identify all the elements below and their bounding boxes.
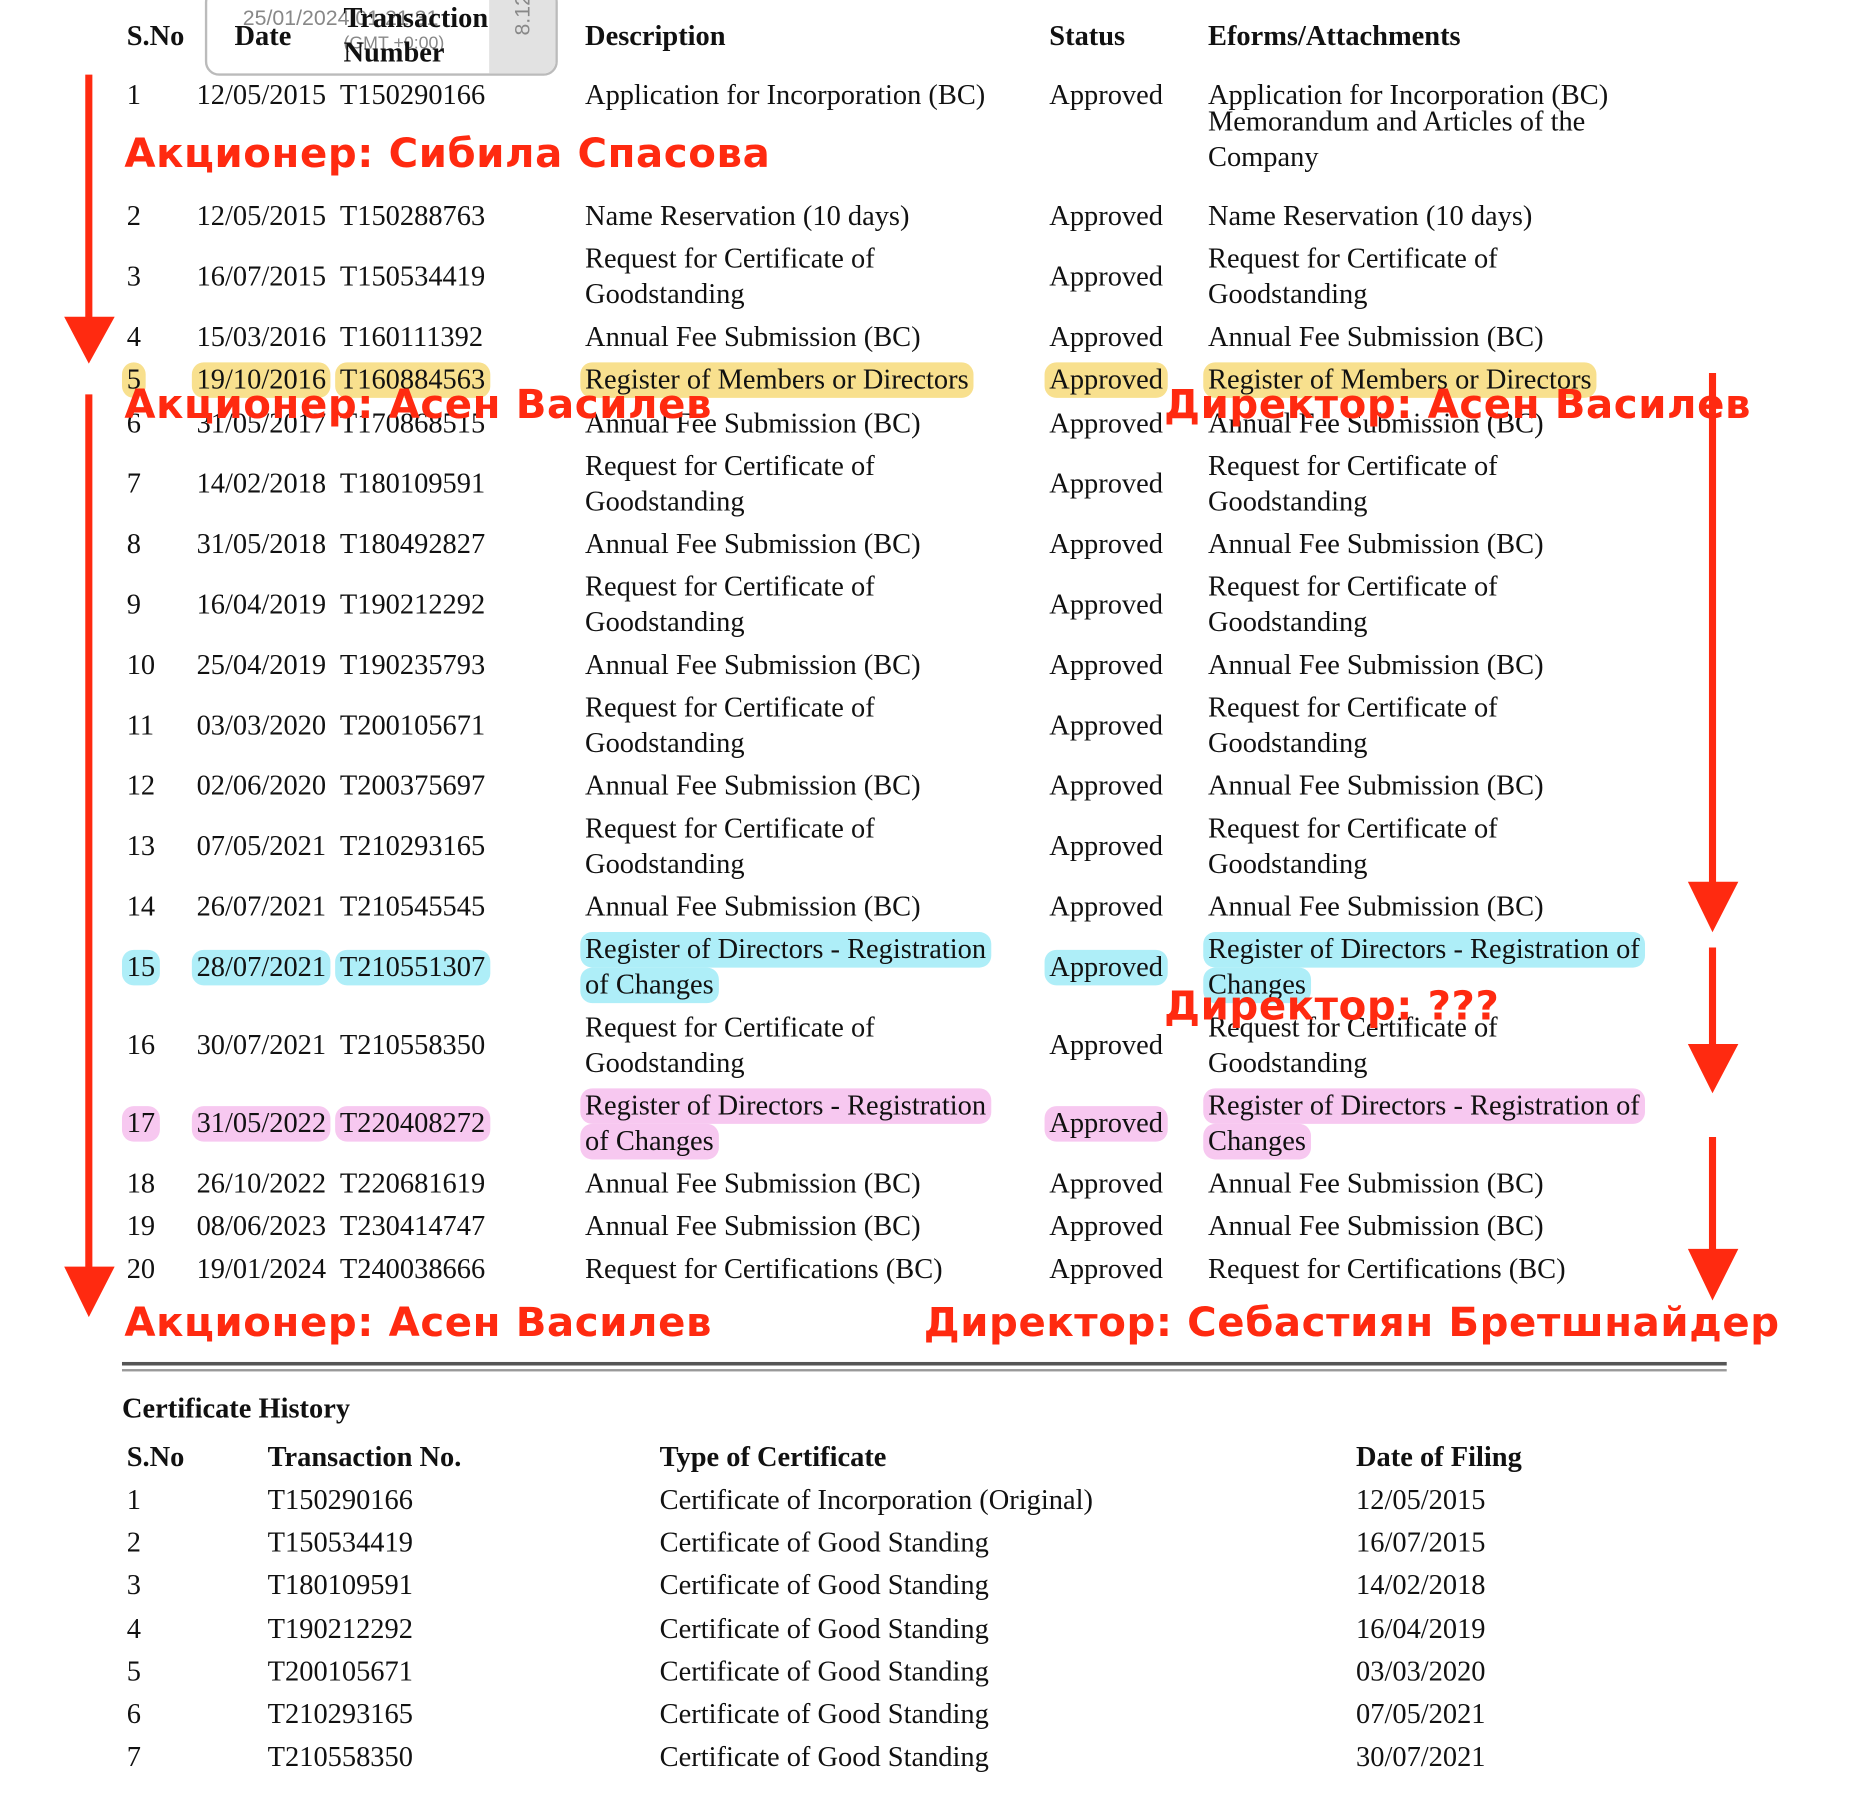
document-page: 8.12 25/01/2024 01:21:31 (GMT +0:00) S.N… [0,0,1857,1801]
annotation-director-1: Директор: Асен Василев [1164,381,1752,429]
arrow-down-icon [1687,373,1739,933]
annotation-director-2: Директор: ??? [1164,982,1500,1031]
annotation-shareholder-3: Акционер: Асен Василев [124,1299,713,1347]
annotation-shareholder-1: Акционер: Сибила Спасова [124,130,771,178]
annotation-director-3: Директор: Себастиян Бретшнайдер [923,1299,1780,1347]
arrow-down-icon [64,74,115,364]
arrow-down-icon [64,394,115,1318]
arrow-down-icon [1687,1136,1739,1301]
annotation-shareholder-2: Акционер: Асен Василев [124,381,713,429]
annotation-arrows [64,74,1739,1318]
arrow-down-icon [1687,947,1739,1094]
